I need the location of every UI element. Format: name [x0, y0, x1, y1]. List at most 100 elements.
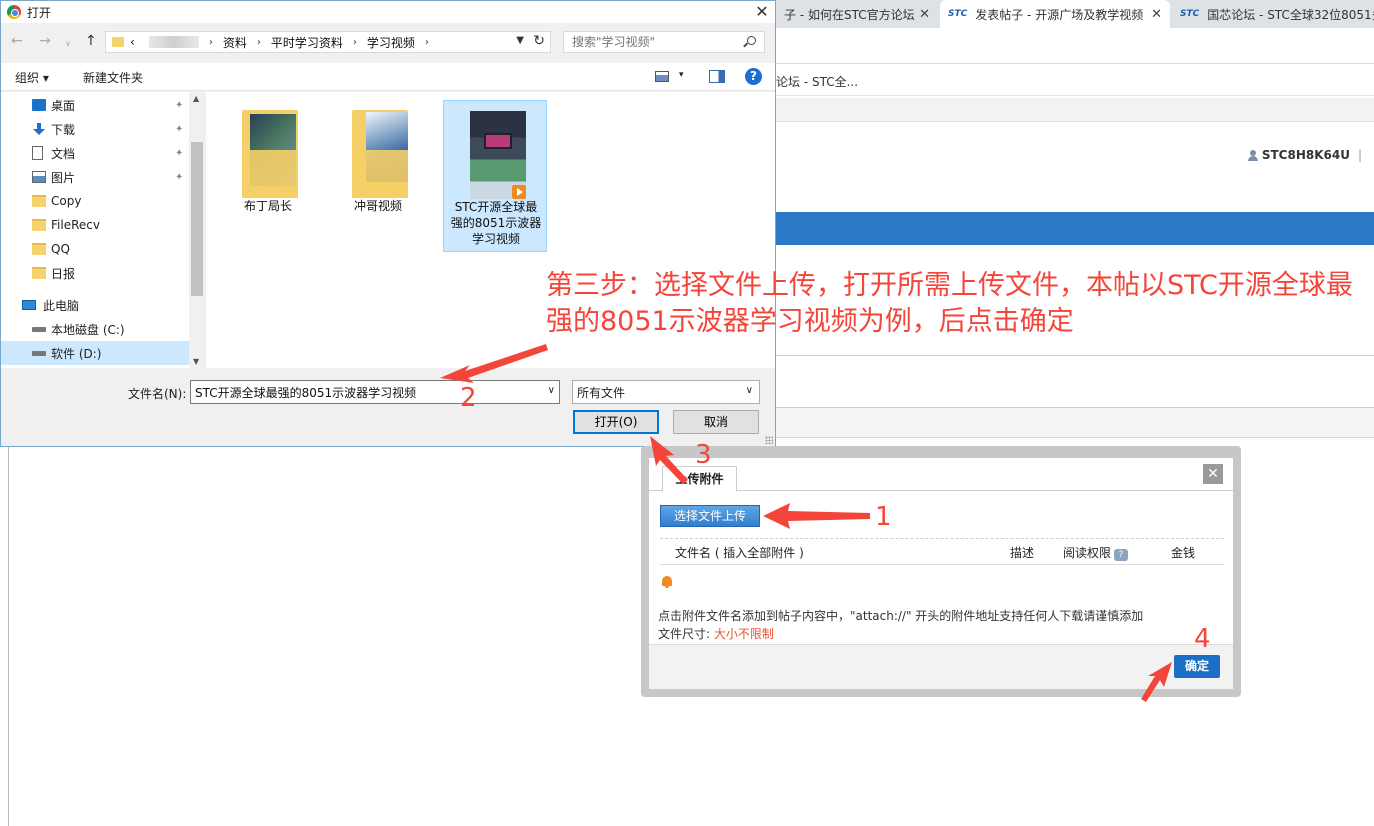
change-view-icon[interactable]: [655, 71, 669, 82]
folder-icon: [112, 37, 124, 47]
browser-tab-active[interactable]: STC 发表帖子 - 开源广场及教学视频 ✕: [940, 0, 1170, 28]
filetype-value: 所有文件: [577, 385, 626, 400]
video-thumbnail-icon: [470, 111, 526, 199]
breadcrumb-separator[interactable]: ›: [257, 37, 261, 48]
nav-item-label: 日报: [51, 266, 76, 281]
nav-item-downloads[interactable]: 下载 ✦: [1, 117, 189, 141]
nav-item-daily[interactable]: 日报: [1, 261, 189, 285]
file-item-folder[interactable]: 布丁局长: [216, 100, 320, 252]
attachment-tip: 点击附件文件名添加到帖子内容中，"attach://" 开头的附件地址支持任何人…: [658, 609, 1144, 623]
breadcrumb-item[interactable]: 学习视频: [367, 34, 415, 51]
nav-item-label: 软件 (D:): [51, 346, 102, 361]
search-input[interactable]: [564, 32, 734, 52]
modal-tabbar: 上传附件 ✕: [649, 458, 1233, 492]
cancel-button[interactable]: 取消: [673, 410, 759, 434]
filename-input[interactable]: [191, 385, 531, 399]
breadcrumb-item[interactable]: 资料: [223, 34, 247, 51]
confirm-button[interactable]: 确定: [1174, 655, 1220, 678]
nav-scrollbar[interactable]: ▲ ▼: [189, 92, 205, 368]
help-icon[interactable]: ?: [1114, 549, 1129, 561]
chevron-down-icon[interactable]: ∨: [746, 385, 753, 396]
column-permission: 阅读权限?: [1063, 544, 1129, 561]
help-icon[interactable]: ?: [745, 68, 762, 85]
choose-file-button[interactable]: 选择文件上传: [660, 505, 760, 527]
file-size-line: 文件尺寸: 大小不限制: [658, 625, 774, 642]
filetype-select[interactable]: 所有文件 ∨: [572, 380, 760, 404]
back-arrow-icon[interactable]: ←: [11, 33, 23, 49]
browser-tab-label: 国芯论坛 - STC全球32位8051多: [1207, 7, 1374, 22]
breadcrumb-separator[interactable]: ›: [353, 37, 357, 48]
scroll-down-icon[interactable]: ▼: [193, 357, 199, 366]
scroll-up-icon[interactable]: ▲: [193, 94, 199, 103]
bell-icon: [662, 576, 672, 588]
nav-item-pictures[interactable]: 图片 ✦: [1, 165, 189, 189]
breadcrumb-overflow[interactable]: ‹: [130, 35, 135, 49]
nav-item-label: Copy: [51, 194, 82, 208]
filename-combobox[interactable]: ∨: [190, 380, 560, 404]
step-number-2: 2: [460, 383, 477, 413]
column-description: 描述: [1010, 546, 1035, 560]
document-icon: [32, 146, 43, 160]
nav-item-drive-d[interactable]: 软件 (D:): [1, 341, 189, 365]
search-box[interactable]: [563, 31, 765, 53]
address-bar[interactable]: ‹ › 资料 › 平时学习资料 › 学习视频 › ▼ ↻: [105, 31, 551, 53]
nav-item-label: FileRecv: [51, 218, 100, 232]
nav-item-documents[interactable]: 文档 ✦: [1, 141, 189, 165]
chevron-down-icon[interactable]: ∨: [548, 385, 555, 396]
forward-arrow-icon[interactable]: →: [39, 33, 51, 49]
user-link[interactable]: STC8H8K64U |: [1247, 148, 1362, 162]
close-icon[interactable]: ✕: [919, 7, 930, 22]
modal-close-button[interactable]: ✕: [1203, 464, 1223, 484]
close-icon[interactable]: ✕: [1151, 7, 1162, 22]
pin-icon: ✦: [175, 99, 184, 111]
nav-item-label: 文档: [51, 146, 76, 161]
file-open-dialog: 打开 ✕ ← → ∨ ↑ ‹ › 资料 › 平时学习资料 › 学习视频 › ▼ …: [0, 0, 776, 447]
filename-label: 文件名(N):: [128, 387, 187, 401]
pin-icon: ✦: [175, 147, 184, 159]
chevron-down-icon[interactable]: ▼: [516, 35, 524, 46]
dialog-close-button[interactable]: ✕: [749, 1, 775, 23]
nav-item-desktop[interactable]: 桌面 ✦: [1, 93, 189, 117]
recent-locations-icon[interactable]: ∨: [65, 39, 71, 48]
file-item-folder[interactable]: 冲哥视频: [326, 100, 430, 252]
column-filename[interactable]: 文件名 ( 插入全部附件 ): [675, 544, 804, 561]
refresh-icon[interactable]: ↻: [533, 33, 545, 49]
folder-icon: [32, 195, 46, 207]
bookmark-item[interactable]: 论坛 - STC全...: [776, 73, 858, 90]
browser-tab[interactable]: 子 - 如何在STC官方论坛 ✕: [776, 0, 938, 28]
resize-grip-icon[interactable]: [765, 436, 773, 444]
scrollbar-thumb[interactable]: [191, 142, 203, 296]
breadcrumb-redacted: [148, 36, 199, 48]
file-name: 布丁局长: [243, 199, 292, 213]
view-options-dropdown[interactable]: ▾: [679, 70, 684, 80]
new-folder-button[interactable]: 新建文件夹: [83, 69, 143, 86]
open-button[interactable]: 打开(O): [573, 410, 659, 434]
nav-item-label: 桌面: [51, 98, 76, 113]
dialog-nav-bar: ← → ∨ ↑ ‹ › 资料 › 平时学习资料 › 学习视频 › ▼ ↻: [1, 29, 775, 57]
breadcrumb-separator[interactable]: ›: [209, 37, 213, 48]
search-icon[interactable]: [747, 36, 756, 45]
dialog-title: 打开: [27, 6, 52, 20]
up-arrow-icon[interactable]: ↑: [85, 33, 97, 49]
nav-item-this-pc[interactable]: 此电脑: [1, 293, 189, 317]
modal-footer: 确定: [649, 644, 1233, 689]
browser-tab[interactable]: STC 国芯论坛 - STC全球32位8051多: [1172, 0, 1374, 28]
nav-item-drive-c[interactable]: 本地磁盘 (C:): [1, 317, 189, 341]
organize-button[interactable]: 组织 ▾: [15, 69, 49, 86]
play-icon: [512, 185, 526, 199]
username-separator: |: [1357, 148, 1362, 162]
nav-item-qq[interactable]: QQ: [1, 237, 189, 261]
file-item-video[interactable]: STC开源全球最强的8051示波器学习视频: [443, 100, 547, 252]
file-size-label: 文件尺寸:: [658, 627, 714, 641]
preview-pane-icon[interactable]: [709, 70, 725, 83]
nav-item-label: 此电脑: [43, 298, 80, 313]
drive-icon: [32, 327, 46, 332]
file-name: STC开源全球最强的8051示波器学习视频: [450, 200, 542, 246]
breadcrumb-item[interactable]: 平时学习资料: [271, 34, 343, 51]
browser-tab-label: 子 - 如何在STC官方论坛: [784, 7, 915, 22]
nav-item-copy[interactable]: Copy: [1, 189, 189, 213]
folder-icon: [32, 219, 46, 231]
file-size-value: 大小不限制: [713, 627, 774, 641]
nav-item-filerecv[interactable]: FileRecv: [1, 213, 189, 237]
breadcrumb-separator[interactable]: ›: [425, 37, 429, 48]
